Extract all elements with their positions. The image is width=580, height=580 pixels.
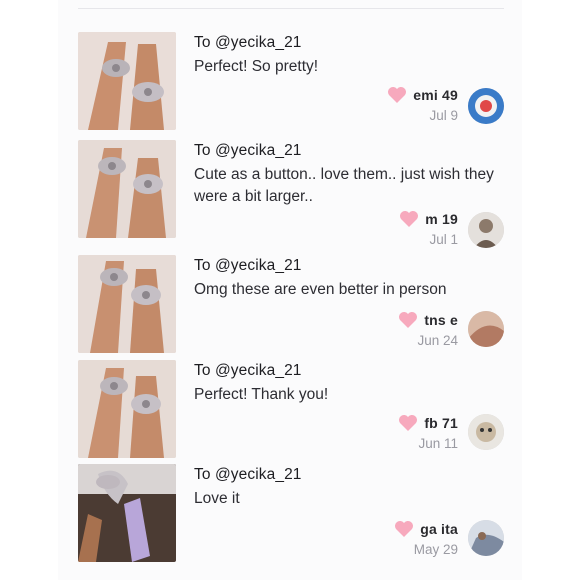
avatar[interactable] — [468, 311, 504, 347]
review-meta: ga ita May 29 — [394, 520, 458, 557]
username[interactable]: m 19 — [425, 211, 458, 227]
recipient-label: To @yecika_21 — [194, 466, 302, 483]
heart-icon[interactable] — [394, 520, 414, 538]
review-date: Jul 1 — [429, 232, 458, 247]
review-meta: emi 49 Jul 9 — [387, 86, 458, 123]
divider — [78, 8, 504, 9]
recipient-label: To @yecika_21 — [194, 257, 302, 274]
review-meta: tns e Jun 24 — [398, 311, 458, 348]
product-photo[interactable] — [78, 255, 176, 353]
review-date: Jul 9 — [429, 108, 458, 123]
list-item[interactable]: To @yecika_21 Love it ga ita May 29 — [78, 464, 504, 566]
heart-icon[interactable] — [398, 414, 418, 432]
list-item[interactable]: To @yecika_21 Perfect! So pretty! emi 49… — [78, 32, 504, 134]
review-date: Jun 24 — [417, 333, 458, 348]
heart-icon[interactable] — [399, 210, 419, 228]
review-meta: fb 71 Jun 11 — [398, 414, 458, 451]
recipient-label: To @yecika_21 — [194, 142, 302, 159]
heart-icon[interactable] — [398, 311, 418, 329]
review-text: Perfect! Thank you! — [194, 386, 329, 403]
review-meta: m 19 Jul 1 — [399, 210, 458, 247]
product-photo[interactable] — [78, 464, 176, 562]
review-text: Cute as a button.. love them.. just wish… — [194, 166, 494, 205]
review-text: Perfect! So pretty! — [194, 58, 319, 75]
recipient-label: To @yecika_21 — [194, 34, 302, 51]
username[interactable]: ga ita — [420, 521, 458, 537]
avatar[interactable] — [468, 88, 504, 124]
product-photo[interactable] — [78, 140, 176, 238]
review-text: Love it — [194, 490, 240, 507]
review-date: Jun 11 — [418, 436, 458, 451]
avatar[interactable] — [468, 414, 504, 450]
avatar[interactable] — [468, 520, 504, 556]
product-photo[interactable] — [78, 360, 176, 458]
username[interactable]: fb 71 — [424, 415, 458, 431]
username[interactable]: tns e — [424, 312, 458, 328]
recipient-label: To @yecika_21 — [194, 362, 302, 379]
list-item[interactable]: To @yecika_21 Perfect! Thank you! fb 71 … — [78, 360, 504, 462]
username[interactable]: emi 49 — [413, 87, 458, 103]
product-photo[interactable] — [78, 32, 176, 130]
heart-icon[interactable] — [387, 86, 407, 104]
list-item[interactable]: To @yecika_21 Cute as a button.. love th… — [78, 140, 504, 248]
review-date: May 29 — [413, 542, 458, 557]
review-text: Omg these are even better in person — [194, 281, 447, 298]
list-item[interactable]: To @yecika_21 Omg these are even better … — [78, 255, 504, 357]
avatar[interactable] — [468, 212, 504, 248]
